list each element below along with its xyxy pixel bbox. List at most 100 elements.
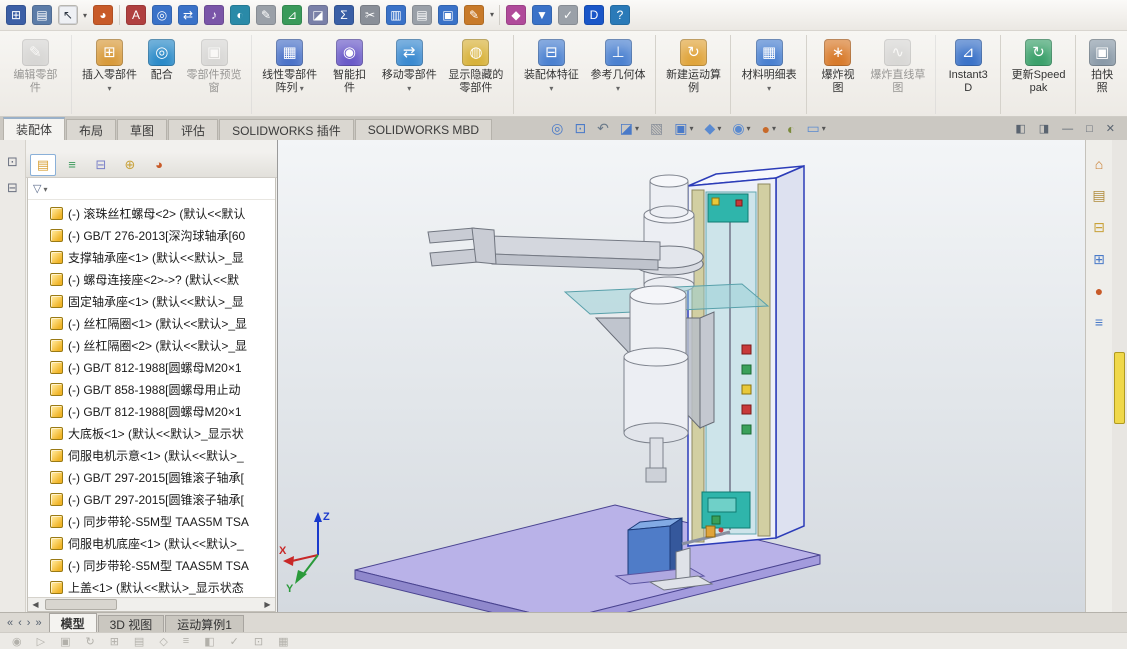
assembly-features-button[interactable]: ⊟ 装配体特征 [519,35,585,114]
tab-motion-study-1[interactable]: 运动算例1 [165,615,244,632]
tab-solidworks-addins[interactable]: SOLIDWORKS 插件 [219,119,354,140]
curve-tools-icon[interactable]: ✂ [360,5,380,25]
selection-filter-icon[interactable]: ▼ [532,5,552,25]
new-motion-study-button[interactable]: ↻ 新建运动算例 [661,35,732,114]
featuremanager-tab-icon[interactable]: ▤ [30,153,56,176]
pane-left-icon[interactable]: ◧ [1015,122,1025,135]
section-view-icon[interactable]: ◪ [620,120,639,137]
move-component-button[interactable]: ⇄ 移动零部件 [377,35,443,114]
design-journal-icon[interactable]: ♪ [204,5,224,25]
first-tab-icon[interactable]: « [7,617,13,629]
help-icon[interactable]: ? [610,5,630,25]
tree-filter-icon[interactable]: ▽ [33,182,47,195]
tree-item[interactable]: (-) 丝杠隔圈<2> (默认<<默认>_显 [28,334,275,356]
file-explorer-icon[interactable]: ⊟ [1093,219,1105,236]
view-orientation-icon[interactable]: ▣ [674,120,693,137]
dimxpertmanager-tab-icon[interactable]: ⊕ [117,154,143,176]
tree-item[interactable]: (-) 同步带轮-S5M型 TAAS5M TSA [28,554,275,576]
tree-item[interactable]: (-) GB/T 858-1988[圆螺母用止动 [28,378,275,400]
tab-3d-views[interactable]: 3D 视图 [97,615,165,632]
tree-item[interactable]: (-) 滚珠丝杠螺母<2> (默认<<默认 [28,202,275,224]
doc-close-icon[interactable]: ✕ [1106,122,1115,135]
render-tools-icon[interactable]: ◕ [93,5,113,25]
mass-properties-icon[interactable]: ▥ [386,5,406,25]
smart-fasteners-button[interactable]: ◉ 智能扣件 [323,35,375,114]
measure-icon[interactable]: ⊿ [282,5,302,25]
configurationmanager-tab-icon[interactable]: ⊟ [88,154,114,176]
component-preview-window-button[interactable]: ▣ 零部件预览窗 [181,35,252,114]
section-properties-icon[interactable]: ◪ [308,5,328,25]
mate-button[interactable]: ◎ 配合 [143,35,180,114]
tree-item[interactable]: 伺服电机示意<1> (默认<<默认>_ [28,444,275,466]
magnified-selection-icon[interactable]: ◎ [152,5,172,25]
tree-item[interactable]: (-) GB/T 297-2015[圆锥滚子轴承[ [28,488,275,510]
scroll-right-icon[interactable]: ▶ [260,600,275,609]
take-snapshot-button[interactable]: ▣ 拍快照 [1081,35,1123,114]
tab-layout[interactable]: 布局 [66,119,117,140]
save-icon[interactable]: ▤ [32,5,52,25]
scrollbar-thumb[interactable] [45,599,117,610]
tree-item[interactable]: 支撑轴承座<1> (默认<<默认>_显 [28,246,275,268]
magic-tool-icon[interactable]: ◆ [506,5,526,25]
display-style-icon[interactable]: ◆ [705,120,722,137]
tree-item[interactable]: 伺服电机底座<1> (默认<<默认>_ [28,532,275,554]
doc-minimize-icon[interactable]: — [1062,123,1073,135]
bill-of-materials-button[interactable]: ▦ 材料明细表 [736,35,807,114]
tree-item[interactable]: 固定轴承座<1> (默认<<默认>_显 [28,290,275,312]
zoom-fit-icon[interactable]: ◎ [551,120,563,137]
tree-item[interactable]: (-) GB/T 812-1988[圆螺母M20×1 [28,356,275,378]
appearances-scenes-icon[interactable]: ● [1095,283,1103,299]
doc-restore-icon[interactable]: □ [1086,123,1093,135]
edit-appearance-icon[interactable]: ● [762,121,776,137]
tree-item[interactable]: (-) 丝杠隔圈<1> (默认<<默认>_显 [28,312,275,334]
performance-evaluation-icon[interactable]: ▤ [412,5,432,25]
update-speedpak-button[interactable]: ↻ 更新Speedpak [1006,35,1077,114]
feature-pane-toggle-icon[interactable]: ⊟ [7,180,18,196]
equations-icon[interactable]: Σ [334,5,354,25]
next-tab-icon[interactable]: › [27,617,31,629]
tree-item[interactable]: 上盖<1> (默认<<默认>_显示状态 [28,576,275,597]
zoom-area-icon[interactable]: ⊡ [574,120,586,137]
tree-item[interactable]: (-) GB/T 812-1988[圆螺母M20×1 [28,400,275,422]
linear-component-pattern-button[interactable]: ▦ 线性零部件阵列 [257,35,323,114]
edit-component-button[interactable]: ✎ 编辑零部件 [4,35,72,114]
scrollbar-track[interactable] [43,598,260,611]
solidworks-resources-icon[interactable]: ⌂ [1095,156,1103,172]
tree-item[interactable]: 大底板<1> (默认<<默认>_显示状 [28,422,275,444]
tab-assembly[interactable]: 装配体 [3,117,66,140]
show-hidden-components-button[interactable]: ◍ 显示隐藏的零部件 [443,35,514,114]
insert-components-button[interactable]: ⊞ 插入零部件 [77,35,143,114]
displaymanager-tab-icon[interactable]: ◕ [146,154,172,176]
previous-view-icon[interactable]: ↶ [597,120,609,137]
scroll-left-icon[interactable]: ◀ [28,600,43,609]
tab-solidworks-mbd[interactable]: SOLIDWORKS MBD [354,119,493,140]
view-settings-icon[interactable]: ▭ [807,120,826,137]
tree-item[interactable]: (-) 同步带轮-S5M型 TAAS5M TSA [28,510,275,532]
view-palette-icon[interactable]: ⊞ [1093,251,1105,268]
pane-split-icon[interactable]: ◨ [1039,122,1049,135]
hide-show-items-icon[interactable]: ◉ [732,120,750,137]
instant3d-button[interactable]: ⊿ Instant3D [941,35,1001,114]
find-replace-icon[interactable]: ⇄ [178,5,198,25]
copy-settings-icon[interactable]: ▣ [438,5,458,25]
tab-evaluate[interactable]: 评估 [168,119,219,140]
tab-sketch[interactable]: 草图 [117,119,168,140]
tree-item[interactable]: (-) GB/T 297-2015[圆锥滚子轴承[ [28,466,275,488]
verify-icon[interactable]: ✓ [558,5,578,25]
web-help-icon[interactable]: ◐ [230,5,250,25]
tree-item[interactable]: (-) 螺母连接座<2>->? (默认<<默 [28,268,275,290]
markup-icon[interactable]: ✎ [256,5,276,25]
view-sketches-icon[interactable]: ▧ [650,120,663,137]
custom-properties-icon[interactable]: ≡ [1095,314,1103,330]
reference-geometry-button[interactable]: ⊥ 参考几何体 [585,35,656,114]
file-window-icon[interactable]: ⊞ [6,5,26,25]
exploded-view-button[interactable]: ∗ 爆炸视图 [812,35,864,114]
user-account-icon[interactable]: D [584,5,604,25]
edit-appearance-qat-icon[interactable]: ✎ [464,5,494,25]
apply-scene-icon[interactable]: ◐ [787,121,795,137]
tab-model[interactable]: 模型 [48,613,97,632]
last-tab-icon[interactable]: » [35,617,41,629]
design-library-icon[interactable]: ▤ [1092,187,1105,204]
prev-tab-icon[interactable]: ‹ [18,617,22,629]
tree-horizontal-scrollbar[interactable]: ◀ ▶ [28,597,275,611]
